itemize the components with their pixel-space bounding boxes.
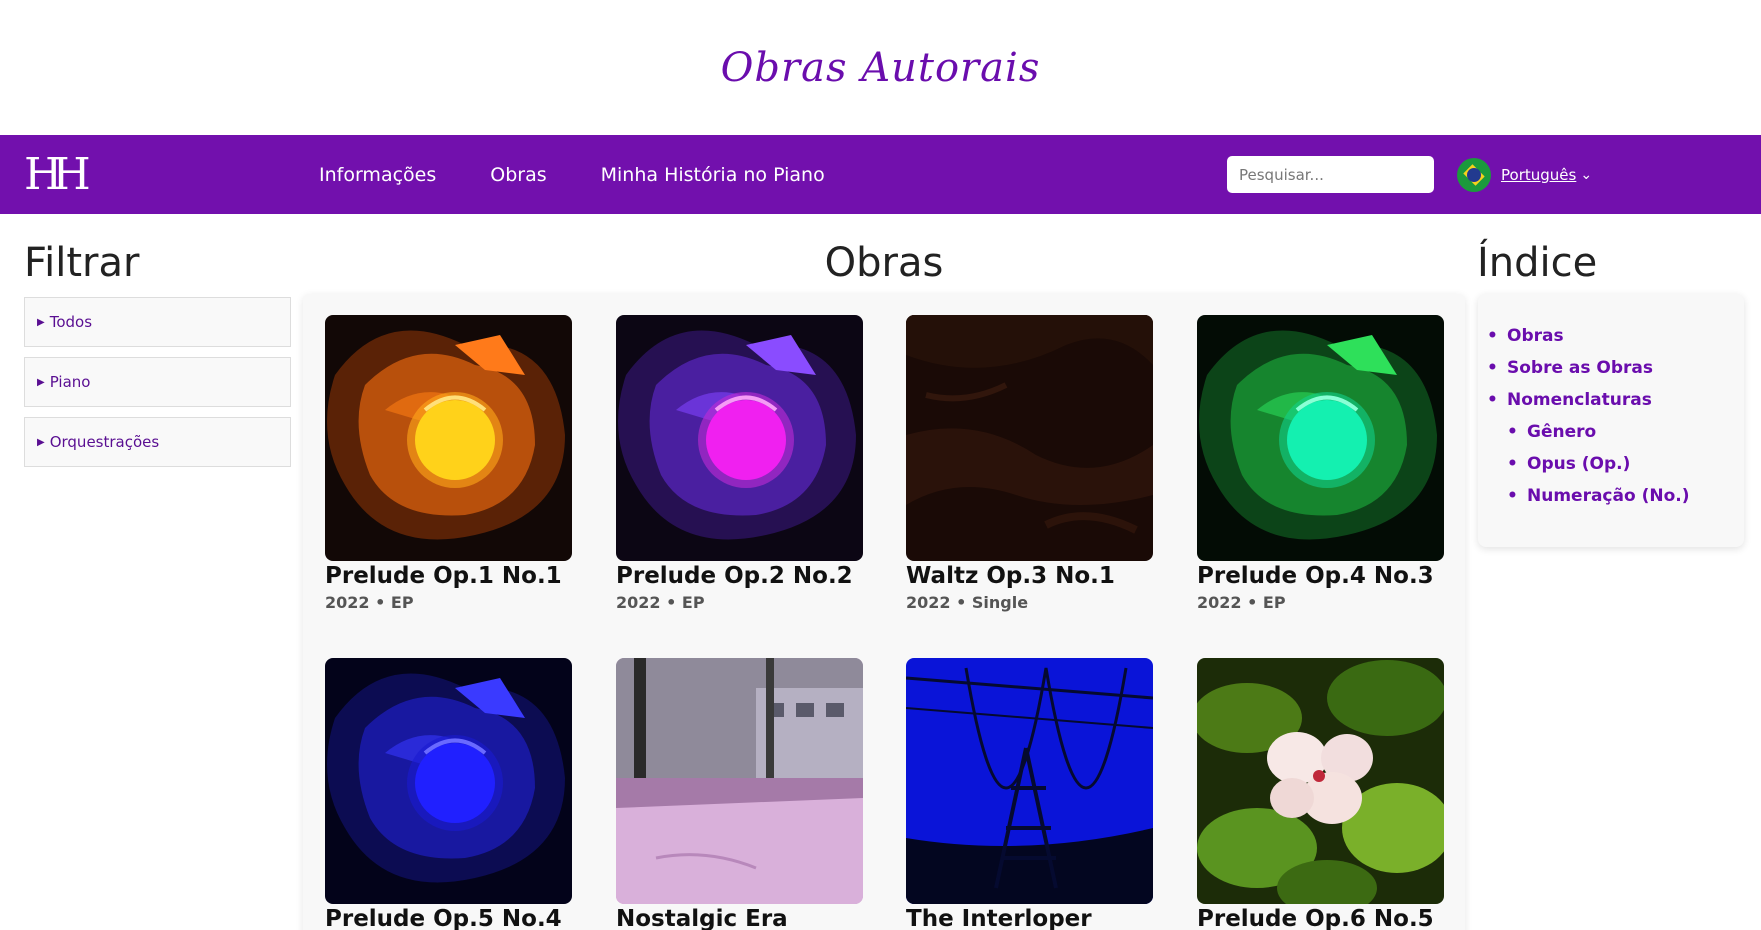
filter-item-orquestracoes[interactable]: ▶ Orquestrações xyxy=(24,417,291,467)
index-link-obras[interactable]: Obras xyxy=(1487,326,1563,346)
cover-image[interactable] xyxy=(325,658,572,904)
page-title: Obras xyxy=(824,240,944,286)
nav-link-obras[interactable]: Obras xyxy=(490,164,546,186)
filter-item-label: Piano xyxy=(49,373,91,391)
work-card-nostalgic-era[interactable]: Nostalgic Era xyxy=(616,658,863,930)
work-card-prelude-op4[interactable]: Prelude Op.4 No.3 2022 • EP xyxy=(1197,315,1444,612)
brazil-flag-icon xyxy=(1457,158,1491,192)
chevron-down-icon[interactable]: ⌄ xyxy=(1580,167,1592,183)
work-meta: 2022 • EP xyxy=(616,593,705,612)
works-grid: Prelude Op.1 No.1 2022 • EP Prelude Op.2… xyxy=(303,294,1465,930)
filter-item-todos[interactable]: ▶ Todos xyxy=(24,297,291,347)
work-title[interactable]: The Interloper xyxy=(906,906,1153,930)
cover-image[interactable] xyxy=(1197,315,1444,561)
caret-right-icon: ▶ xyxy=(37,316,45,328)
search-input[interactable] xyxy=(1227,156,1434,193)
index-panel: Obras Sobre as Obras Nomenclaturas Gêner… xyxy=(1478,294,1744,547)
filter-item-label: Todos xyxy=(49,313,93,331)
filter-title: Filtrar xyxy=(24,240,140,286)
work-title[interactable]: Waltz Op.3 No.1 xyxy=(906,563,1153,589)
site-title: Obras Autorais xyxy=(720,44,1041,91)
nav-links: Informações Obras Minha História no Pian… xyxy=(319,135,825,214)
logo[interactable]: HH xyxy=(24,153,91,197)
work-card-prelude-op6[interactable]: Prelude Op.6 No.5 xyxy=(1197,658,1444,930)
cover-image[interactable] xyxy=(1197,658,1444,904)
work-card-prelude-op1[interactable]: Prelude Op.1 No.1 2022 • EP xyxy=(325,315,572,612)
work-title[interactable]: Prelude Op.6 No.5 xyxy=(1197,906,1444,930)
work-meta: 2022 • EP xyxy=(1197,593,1286,612)
work-card-the-interloper[interactable]: The Interloper xyxy=(906,658,1153,930)
work-card-waltz-op3[interactable]: Waltz Op.3 No.1 2022 • Single xyxy=(906,315,1153,612)
index-title: Índice xyxy=(1477,240,1598,286)
site-header: Obras Autorais xyxy=(0,0,1761,135)
work-title[interactable]: Nostalgic Era xyxy=(616,906,863,930)
work-card-prelude-op2[interactable]: Prelude Op.2 No.2 2022 • EP xyxy=(616,315,863,612)
language-selector[interactable]: Português ⌄ xyxy=(1457,157,1592,193)
work-meta: 2022 • Single xyxy=(906,593,1029,612)
filter-item-label: Orquestrações xyxy=(49,433,160,451)
index-link-nomenclaturas[interactable]: Nomenclaturas xyxy=(1487,390,1652,410)
index-link-opus[interactable]: Opus (Op.) xyxy=(1507,454,1630,474)
work-title[interactable]: Prelude Op.5 No.4 xyxy=(325,906,572,930)
language-label[interactable]: Português xyxy=(1501,166,1576,184)
index-link-numeracao[interactable]: Numeração (No.) xyxy=(1507,486,1690,506)
work-title[interactable]: Prelude Op.2 No.2 xyxy=(616,563,863,589)
nav-link-historia[interactable]: Minha História no Piano xyxy=(601,164,825,186)
cover-image[interactable] xyxy=(616,658,863,904)
filter-item-piano[interactable]: ▶ Piano xyxy=(24,357,291,407)
work-title[interactable]: Prelude Op.4 No.3 xyxy=(1197,563,1444,589)
caret-right-icon: ▶ xyxy=(37,436,45,448)
work-card-prelude-op5[interactable]: Prelude Op.5 No.4 xyxy=(325,658,572,930)
work-title[interactable]: Prelude Op.1 No.1 xyxy=(325,563,572,589)
work-meta: 2022 • EP xyxy=(325,593,414,612)
cover-image[interactable] xyxy=(325,315,572,561)
navbar: HH Informações Obras Minha História no P… xyxy=(0,135,1761,214)
cover-image[interactable] xyxy=(906,658,1153,904)
nav-link-informacoes[interactable]: Informações xyxy=(319,164,436,186)
index-link-genero[interactable]: Gênero xyxy=(1507,422,1596,442)
index-link-sobre[interactable]: Sobre as Obras xyxy=(1487,358,1653,378)
cover-image[interactable] xyxy=(616,315,863,561)
cover-image[interactable] xyxy=(906,315,1153,561)
caret-right-icon: ▶ xyxy=(37,376,45,388)
